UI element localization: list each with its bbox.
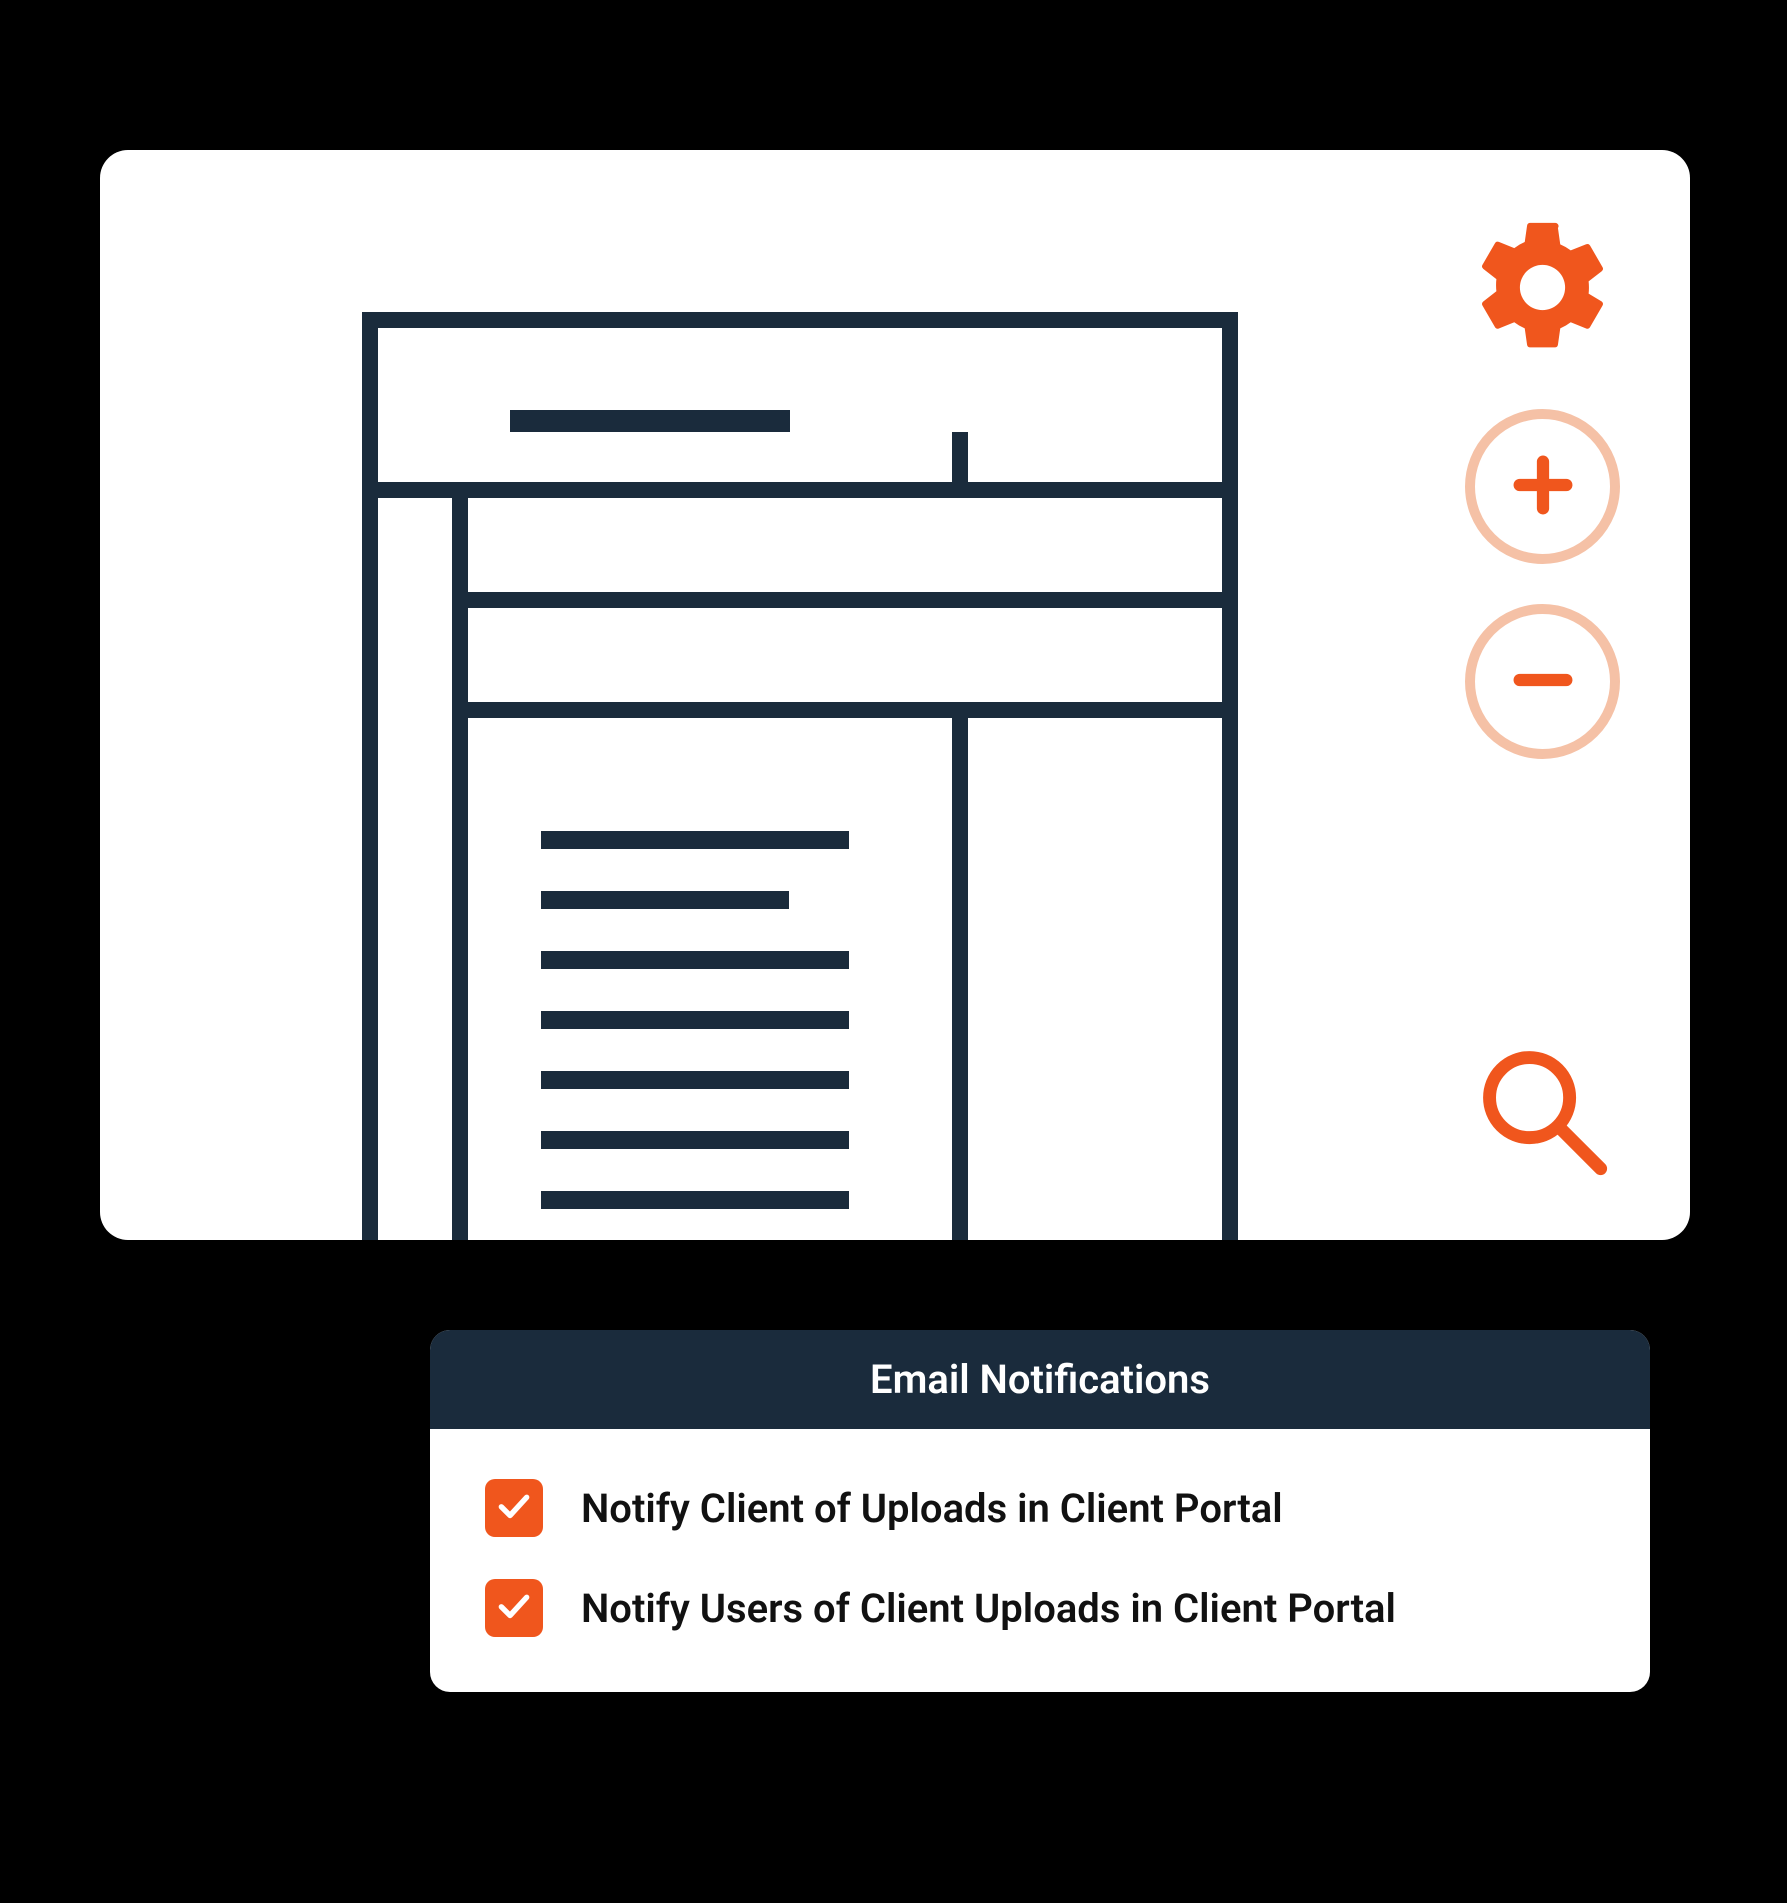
search-icon <box>1465 1033 1620 1192</box>
document-illustration <box>360 310 1240 1240</box>
option-row: Notify Client of Uploads in Client Porta… <box>485 1479 1595 1537</box>
panel-title: Email Notifications <box>430 1330 1650 1429</box>
document-viewer-card <box>100 150 1690 1240</box>
option-label: Notify Users of Client Uploads in Client… <box>581 1585 1396 1632</box>
zoom-in-button[interactable] <box>1465 409 1620 564</box>
gear-icon <box>1465 350 1620 369</box>
search-button[interactable] <box>1465 1035 1620 1190</box>
check-icon <box>495 1587 533 1629</box>
notify-client-checkbox[interactable] <box>485 1479 543 1537</box>
option-row: Notify Users of Client Uploads in Client… <box>485 1579 1595 1637</box>
notify-users-checkbox[interactable] <box>485 1579 543 1637</box>
panel-body: Notify Client of Uploads in Client Porta… <box>430 1429 1650 1692</box>
viewer-toolbar <box>1465 210 1620 759</box>
settings-button[interactable] <box>1465 210 1620 369</box>
minus-icon <box>1508 645 1578 719</box>
email-notifications-panel: Email Notifications Notify Client of Upl… <box>430 1330 1650 1692</box>
plus-icon <box>1508 450 1578 524</box>
check-icon <box>495 1487 533 1529</box>
zoom-out-button[interactable] <box>1465 604 1620 759</box>
option-label: Notify Client of Uploads in Client Porta… <box>581 1485 1283 1532</box>
